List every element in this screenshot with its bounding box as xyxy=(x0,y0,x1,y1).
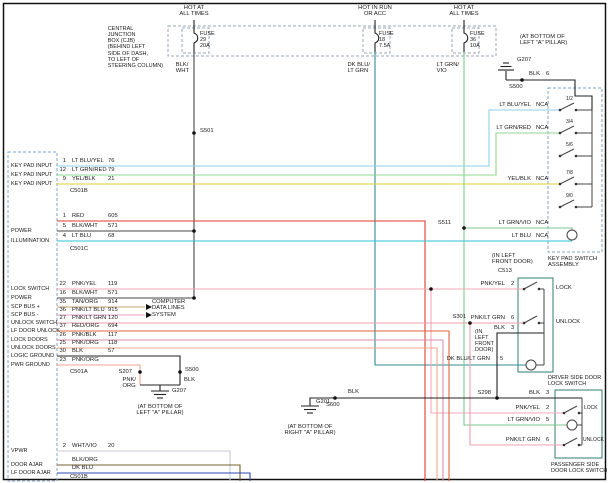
wire-ltgrnvio-keypad xyxy=(464,228,572,230)
keypad-box xyxy=(548,88,602,252)
fuse-29-box xyxy=(182,28,209,53)
wire-ltgrnvio-main xyxy=(464,52,567,425)
splice-s500-bottom-dot xyxy=(178,370,182,374)
driver-switch-internal-wiring xyxy=(524,282,544,370)
passenger-switch-lamp-icon xyxy=(567,420,577,430)
splice-s511-dot xyxy=(462,226,466,230)
passenger-switch-internal-wiring xyxy=(564,398,582,445)
passenger-door-lock-switch-box xyxy=(555,390,602,458)
wire-whtvio-vpwr xyxy=(57,451,230,481)
wire-blk-passenger-switch-ground xyxy=(310,398,582,406)
wire-redorg-lf-door-unlock xyxy=(57,331,449,481)
wiring-diagram-page: HOT AT ALL TIMESHOT IN RUN OR ACCHOT AT … xyxy=(0,0,613,483)
wire-ltgrnred-keypad-input xyxy=(57,133,560,175)
keypad-illumination-lamp-icon xyxy=(567,230,577,240)
cjb-box xyxy=(168,26,496,56)
wire-pnkblk-lock-doors xyxy=(57,340,443,481)
ground-symbols xyxy=(151,63,514,413)
door-module-box xyxy=(8,152,57,481)
scp-minus-arrow-icon xyxy=(146,312,152,318)
splice-s298-dot xyxy=(495,396,499,400)
splice-s501-dot xyxy=(192,131,196,135)
fuse-29-symbol xyxy=(194,29,198,52)
wire-dkblultgrn-illum xyxy=(375,52,526,365)
ground-g207-bottom-symbol xyxy=(151,391,169,398)
keypad-internal-wiring xyxy=(560,103,592,240)
wire-blk-logic-ground xyxy=(57,356,180,385)
wiring-diagram-canvas xyxy=(0,0,613,483)
splice-s500-top-dot xyxy=(520,78,524,82)
data-line-arrows xyxy=(146,304,152,318)
wire-ltbluyel-keypad-input xyxy=(57,110,560,166)
fuse-symbols xyxy=(194,20,468,52)
splice-s301-dot xyxy=(468,321,472,325)
wire-red-power xyxy=(57,221,425,481)
wire-blk-keypad-ground xyxy=(506,80,592,110)
fuse-18-box xyxy=(363,28,390,53)
ground-g207-top-symbol xyxy=(498,63,514,70)
ground-g201-symbol xyxy=(301,406,319,413)
splice-s600-dot xyxy=(333,396,337,400)
driver-door-lock-switch-box xyxy=(518,278,553,372)
scp-plus-arrow-icon xyxy=(146,304,152,310)
wires xyxy=(57,52,592,481)
fuse-18-symbol xyxy=(375,29,379,52)
wire-pnkorg-pwr-ground xyxy=(57,365,140,385)
wiring-diagram-svg xyxy=(0,0,613,483)
fuse-36-symbol xyxy=(464,29,468,52)
fuse-36-box xyxy=(452,28,479,53)
splice-dots xyxy=(138,78,524,400)
splice-s207-dot xyxy=(138,370,142,374)
wire-pnkorg-unlock-doors xyxy=(57,348,437,481)
driver-switch-lamp-icon xyxy=(526,360,536,370)
wire-pnkltgrn-unlock-branch xyxy=(470,323,564,445)
